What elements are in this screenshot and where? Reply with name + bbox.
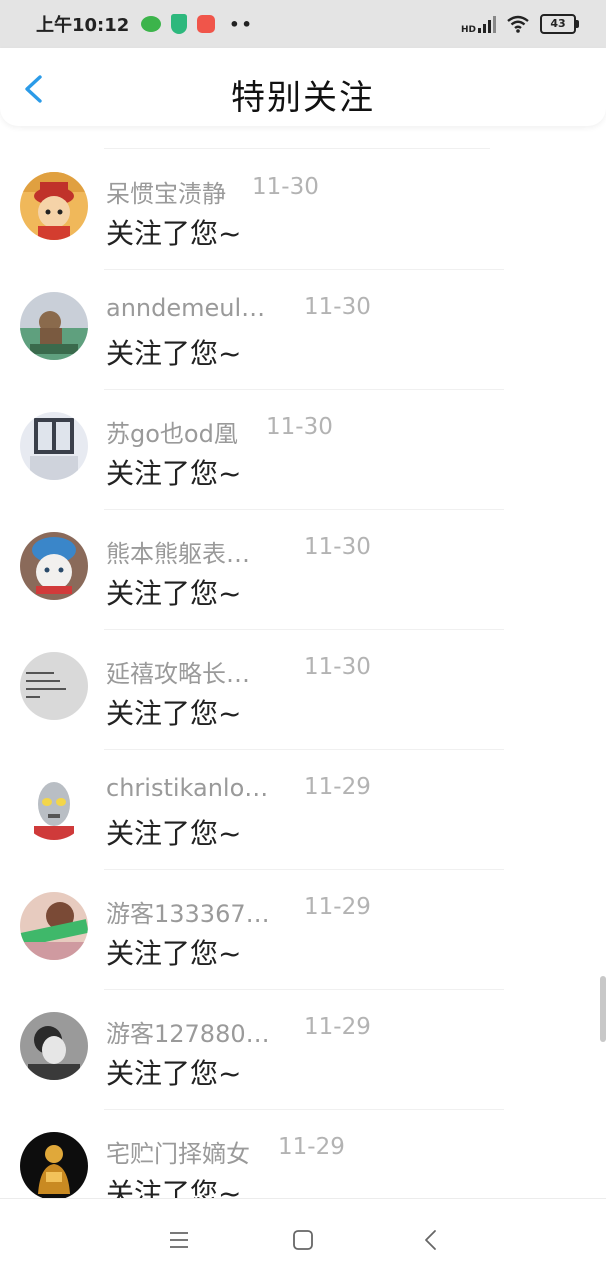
user-name[interactable]: 苏go也od凰	[106, 414, 274, 449]
scrollbar[interactable]	[600, 976, 606, 1042]
list-item[interactable]: 游客133367… 11-29 关注了您~	[0, 870, 606, 990]
follow-message: 关注了您~	[106, 1057, 242, 1090]
list-item[interactable]: 宅贮门择嫡女 11-29 关注了您~	[0, 1110, 606, 1198]
avatar-ultraman-icon	[20, 772, 88, 840]
list-item[interactable]: christikanlo… 11-29 关注了您~	[0, 750, 606, 870]
avatar-golden-statue-icon	[20, 1132, 88, 1198]
list-item[interactable]: 苏go也od凰 11-30 关注了您~	[0, 390, 606, 510]
follow-message: 关注了您~	[106, 217, 242, 250]
follow-message: 关注了您~	[106, 577, 242, 610]
follow-message: 关注了您~	[106, 1177, 242, 1198]
avatar[interactable]	[20, 652, 88, 720]
user-name[interactable]: christikanlo…	[106, 774, 274, 802]
avatar[interactable]	[20, 292, 88, 360]
user-name[interactable]: 熊本熊躯表…	[106, 534, 274, 569]
follow-message: 关注了您~	[106, 457, 242, 490]
follow-date: 11-30	[304, 654, 371, 680]
follow-date: 11-30	[304, 534, 371, 560]
follow-message: 关注了您~	[106, 937, 242, 970]
list-item[interactable]: anndemeul… 11-30 关注了您~	[0, 270, 606, 390]
avatar[interactable]	[20, 1012, 88, 1080]
follow-message: 关注了您~	[106, 817, 242, 850]
follow-message: 关注了您~	[106, 697, 242, 730]
follow-date: 11-30	[266, 414, 333, 440]
more-notifications-icon: ••	[229, 14, 254, 34]
avatar[interactable]	[20, 1132, 88, 1198]
avatar[interactable]	[20, 772, 88, 840]
user-name[interactable]: 宅贮门择嫡女	[106, 1134, 274, 1169]
shield-icon	[171, 14, 188, 34]
notification-icons: ••	[141, 14, 253, 34]
divider	[104, 148, 490, 149]
follow-date: 11-29	[304, 894, 371, 920]
back-icon[interactable]	[418, 1227, 444, 1253]
status-bar: 上午10:12 •• HD 43	[0, 0, 606, 48]
avatar-girl-green-icon	[20, 892, 88, 960]
avatar[interactable]	[20, 892, 88, 960]
home-icon[interactable]	[290, 1227, 316, 1253]
avatar-girl-sea-icon	[20, 292, 88, 360]
wifi-icon	[507, 15, 529, 33]
battery-icon: 43	[540, 14, 579, 34]
avatar-text-gray-icon	[20, 652, 88, 720]
user-name[interactable]: 延禧攻略长…	[106, 654, 274, 689]
avatar-bw-portrait-icon	[20, 1012, 88, 1080]
user-name[interactable]: 游客127880…	[106, 1014, 274, 1049]
header: 特别关注	[0, 48, 606, 126]
avatar-cartoon-hat-icon	[20, 172, 88, 240]
avatar[interactable]	[20, 532, 88, 600]
user-name[interactable]: 游客133367…	[106, 894, 274, 929]
follow-date: 11-29	[278, 1134, 345, 1160]
app-notification-icon	[197, 15, 216, 33]
avatar[interactable]	[20, 172, 88, 240]
follow-date: 11-30	[304, 294, 371, 320]
user-name[interactable]: 呆惯宝渍静	[106, 174, 274, 209]
avatar-window-building-icon	[20, 412, 88, 480]
menu-icon[interactable]	[166, 1227, 192, 1253]
user-name[interactable]: anndemeul…	[106, 294, 274, 322]
system-nav-bar	[0, 1198, 606, 1281]
wechat-icon	[141, 16, 162, 32]
avatar-cat-hat-icon	[20, 532, 88, 600]
avatar[interactable]	[20, 412, 88, 480]
status-time: 上午10:12	[36, 15, 130, 36]
follow-date: 11-30	[252, 174, 319, 200]
list-item[interactable]: 熊本熊躯表… 11-30 关注了您~	[0, 510, 606, 630]
follow-list: 呆惯宝渍静 11-30 关注了您~ anndemeul… 11-30 关注了您~	[0, 128, 606, 1198]
list-item[interactable]: 延禧攻略长… 11-30 关注了您~	[0, 630, 606, 750]
page-title: 特别关注	[231, 78, 375, 118]
signal-icon	[478, 15, 496, 33]
list-item[interactable]: 游客127880… 11-29 关注了您~	[0, 990, 606, 1110]
follow-date: 11-29	[304, 774, 371, 800]
hd-label: HD	[460, 25, 476, 35]
list-item[interactable]: 呆惯宝渍静 11-30 关注了您~	[0, 150, 606, 270]
follow-date: 11-29	[304, 1014, 371, 1040]
follow-message: 关注了您~	[106, 337, 242, 370]
